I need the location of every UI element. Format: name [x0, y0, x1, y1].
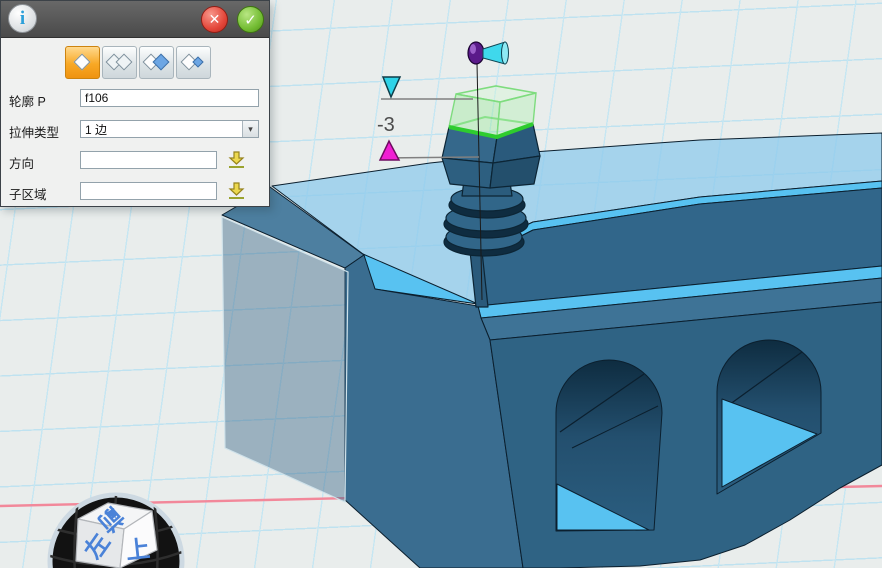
extrude-preview[interactable] [449, 86, 536, 137]
boolean-toolbar [65, 46, 211, 79]
subregion-label: 子区域 [9, 184, 47, 203]
direction-cone-cap [502, 42, 509, 64]
extrude-type-dropdown[interactable]: 1 边 ▾ [80, 120, 259, 138]
profile-input[interactable] [80, 89, 259, 107]
view-cube-widget[interactable]: 前 左 上 [50, 495, 182, 568]
view-cube-right-label[interactable]: 上 [125, 535, 152, 565]
direction-pick-button[interactable] [225, 151, 247, 170]
offset-value-label[interactable]: -3 [377, 114, 395, 136]
double-white-diamond-icon [116, 54, 133, 71]
bolt-collar-left[interactable] [442, 158, 493, 188]
knob-highlight [470, 44, 476, 54]
subregion-pick-button[interactable] [225, 182, 247, 201]
arch-opening-left[interactable] [556, 360, 662, 531]
boolean-intersect-button[interactable] [176, 46, 211, 79]
start-handle-triangle[interactable] [383, 77, 400, 97]
application-window: -3 前 左 上 [0, 0, 882, 568]
end-handle-triangle[interactable] [380, 141, 399, 160]
direction-input[interactable] [80, 151, 217, 169]
direction-label: 方向 [9, 153, 34, 172]
boolean-base-button[interactable] [65, 46, 100, 79]
white-and-blue-diamond-icon [153, 54, 170, 71]
extrude-type-value: 1 边 [81, 121, 242, 138]
extrude-dialog: i ✕ ✓ 轮廓 P [0, 0, 270, 207]
dialog-titlebar: i ✕ ✓ [1, 1, 269, 38]
chevron-down-icon[interactable]: ▾ [242, 121, 258, 137]
subregion-input[interactable] [80, 182, 217, 200]
model-right-face[interactable] [490, 302, 882, 568]
confirm-button[interactable]: ✓ [237, 6, 264, 33]
pick-arrow-icon [227, 151, 246, 169]
info-icon[interactable]: i [8, 4, 37, 33]
boolean-subtract-button[interactable] [139, 46, 174, 79]
profile-label: 轮廓 P [9, 91, 46, 110]
manipulator-knob[interactable] [468, 42, 484, 64]
boolean-add-button[interactable] [102, 46, 137, 79]
single-white-diamond-icon [74, 54, 91, 71]
extrude-type-label: 拉伸类型 [9, 122, 59, 141]
cancel-button[interactable]: ✕ [201, 6, 228, 33]
pick-arrow-icon [227, 182, 246, 200]
